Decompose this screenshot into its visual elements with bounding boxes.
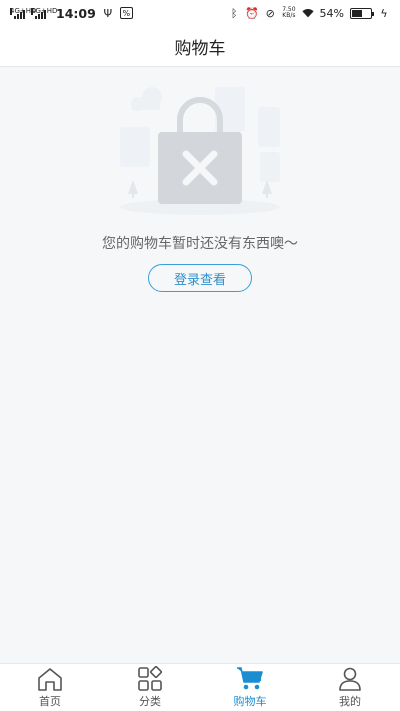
profile-icon (339, 667, 361, 691)
nav-label-profile: 我的 (339, 695, 361, 708)
page-header: 购物车 (0, 26, 400, 67)
wifi-icon (301, 7, 314, 19)
sim2-label: 4G+HD (31, 8, 57, 15)
signal-icon-sim2: 4G+HD (31, 7, 57, 19)
signal-icon-sim1: 4G+HD (10, 7, 36, 19)
nav-item-home[interactable]: 首页 (0, 664, 100, 711)
speed-unit: KB/s (282, 12, 296, 19)
bluetooth-icon: ᛒ (230, 6, 238, 20)
status-bar: 4G+HD 4G+HD 14:09 Ψ % ᛒ ⏰ ⊘ 7.50 KB/s 54… (0, 0, 400, 26)
login-view-button[interactable]: 登录查看 (148, 264, 252, 292)
nav-label-home: 首页 (39, 695, 61, 708)
clock: 14:09 (56, 5, 96, 21)
empty-cart-message: 您的购物车暂时还没有东西噢～ (102, 236, 298, 252)
network-speed: 7.50 KB/s (282, 7, 295, 19)
cart-icon (237, 667, 263, 690)
bottom-nav: 首页 分类 购物车 我的 (0, 663, 400, 711)
nav-item-profile[interactable]: 我的 (300, 664, 400, 711)
charging-icon: ϟ (380, 6, 388, 20)
page-title: 购物车 (174, 38, 226, 59)
usb-icon: Ψ (103, 6, 113, 20)
category-icon (138, 666, 163, 691)
battery-icon (350, 7, 374, 19)
nav-item-cart[interactable]: 购物车 (200, 664, 300, 711)
nav-label-category: 分类 (139, 695, 161, 708)
empty-bag-icon (120, 87, 280, 215)
alarm-icon: ⏰ (245, 6, 260, 20)
mute-icon: ⊘ (265, 6, 275, 20)
notification-app-icon: % (119, 7, 133, 19)
battery-percent: 54% (319, 6, 344, 20)
home-icon (38, 668, 62, 691)
nav-label-cart: 购物车 (233, 695, 267, 708)
nav-item-category[interactable]: 分类 (100, 664, 200, 711)
sim1-label: 4G+HD (10, 8, 36, 15)
